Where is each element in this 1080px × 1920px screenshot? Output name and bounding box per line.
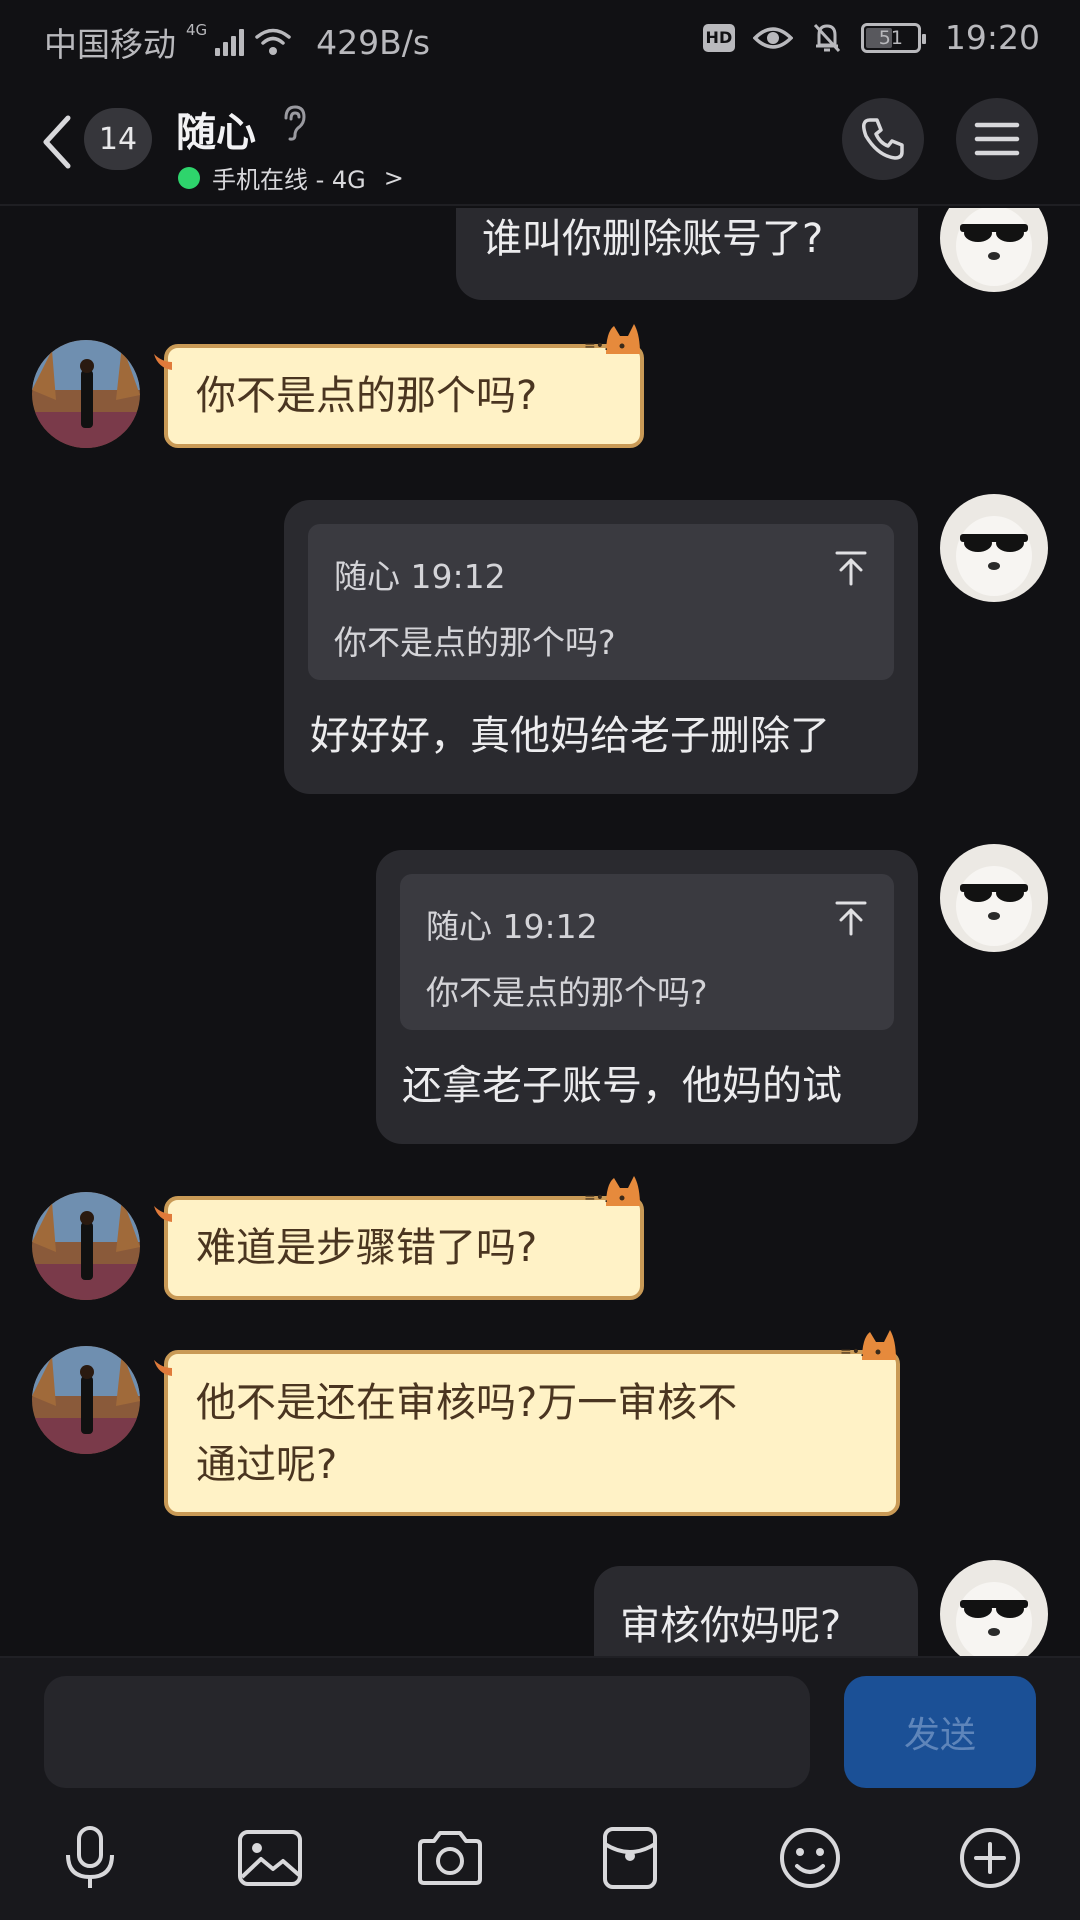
message-text: 难道是步骤错了吗? [196,1225,538,1271]
message-bubble[interactable]: =•. 难道是步骤错了吗? [154,1176,644,1300]
mic-icon [66,1826,114,1888]
red-packet-icon [603,1827,657,1889]
clock: 19:20 [944,18,1040,57]
image-icon [238,1830,302,1886]
eye-icon [752,26,793,49]
call-button[interactable] [842,98,924,180]
chat-header: 14 随心 手机在线 - 4G > [0,76,1080,206]
plus-icon [960,1828,1020,1888]
phone-icon [862,118,904,160]
svg-text:=•.: =•. [840,1344,864,1360]
message-bubble[interactable]: =•. 他不是还在审核吗?万一审核不 通过呢? [154,1330,900,1516]
contact-avatar[interactable] [32,1192,140,1300]
my-avatar[interactable] [940,1560,1048,1656]
message-input[interactable] [44,1676,810,1788]
gallery-button[interactable] [230,1818,310,1898]
chevron-right-icon: > [383,163,404,192]
menu-icon [974,122,1020,156]
emoji-icon [780,1828,840,1888]
wifi-icon [255,28,291,55]
quote-author-time: 随心 19:12 [426,907,598,946]
message-text: 你不是点的那个吗? [196,373,538,419]
battery-icon: 51 [860,22,926,53]
hd-badge: HD [702,23,735,52]
more-button[interactable] [950,1818,1030,1898]
jump-to-quote-icon[interactable] [834,550,868,586]
message-bubble[interactable]: 谁叫你删除账号了? [456,208,918,300]
status-bar: 中国移动 4G 429B/s HD 51 19:20 [0,0,1080,76]
quoted-message[interactable]: 随心 19:12 你不是点的那个吗? [308,524,894,680]
unread-count-badge[interactable]: 14 [84,108,152,170]
message-text: 他不是还在审核吗?万一审核不 通过呢? [168,1354,896,1496]
message-text: 审核你妈呢? [620,1603,842,1649]
message-text: 还拿老子账号，他妈的试 [402,1063,842,1109]
svg-text:=•.: =•. [584,338,608,354]
ear-icon [284,105,306,141]
mute-bell-icon [813,23,840,52]
camera-icon [418,1831,482,1885]
quote-text: 你不是点的那个吗? [426,973,708,1012]
online-status[interactable]: 手机在线 - 4G > [178,160,404,195]
online-dot [178,166,200,189]
composer: 发送 [0,1656,1080,1920]
voice-button[interactable] [50,1818,130,1898]
battery-level: 51 [878,26,903,49]
carrier-label: 中国移动 [44,25,176,64]
network-type: 4G [186,21,208,39]
contact-avatar[interactable] [32,1346,140,1454]
online-status-text: 手机在线 - 4G [212,166,366,194]
my-avatar[interactable] [940,844,1048,952]
camera-button[interactable] [410,1818,490,1898]
message-text: 谁叫你删除账号了? [482,216,824,262]
network-speed: 429B/s [316,22,431,62]
message-bubble[interactable]: 随心 19:12 你不是点的那个吗? 还拿老子账号，他妈的试 [376,850,918,1144]
my-avatar[interactable] [940,494,1048,602]
my-avatar[interactable] [940,208,1048,292]
quote-author-time: 随心 19:12 [334,557,506,596]
jump-to-quote-icon[interactable] [834,900,868,936]
emoji-button[interactable] [770,1818,850,1898]
message-bubble[interactable]: =•. 你不是点的那个吗? [154,324,644,448]
chat-messages: 谁叫你删除账号了? =•. 你不是点的那个吗? 随心 19:12 你不是点的那个… [0,208,1080,1656]
signal-icon [215,28,245,56]
back-icon[interactable] [38,112,78,172]
message-line: 通过呢? [196,1442,338,1488]
contact-avatar[interactable] [32,340,140,448]
contact-name[interactable]: 随心 [176,100,256,158]
message-text: 好好好，真他妈给老子删除了 [310,713,830,759]
menu-button[interactable] [956,98,1038,180]
red-packet-button[interactable] [590,1818,670,1898]
message-line: 他不是还在审核吗?万一审核不 [196,1380,738,1426]
message-bubble[interactable]: 随心 19:12 你不是点的那个吗? 好好好，真他妈给老子删除了 [284,500,918,794]
send-button[interactable]: 发送 [844,1676,1036,1788]
message-bubble[interactable]: 审核你妈呢? [594,1566,918,1656]
quoted-message[interactable]: 随心 19:12 你不是点的那个吗? [400,874,894,1030]
svg-text:=•.: =•. [584,1190,608,1206]
quote-text: 你不是点的那个吗? [334,623,616,662]
